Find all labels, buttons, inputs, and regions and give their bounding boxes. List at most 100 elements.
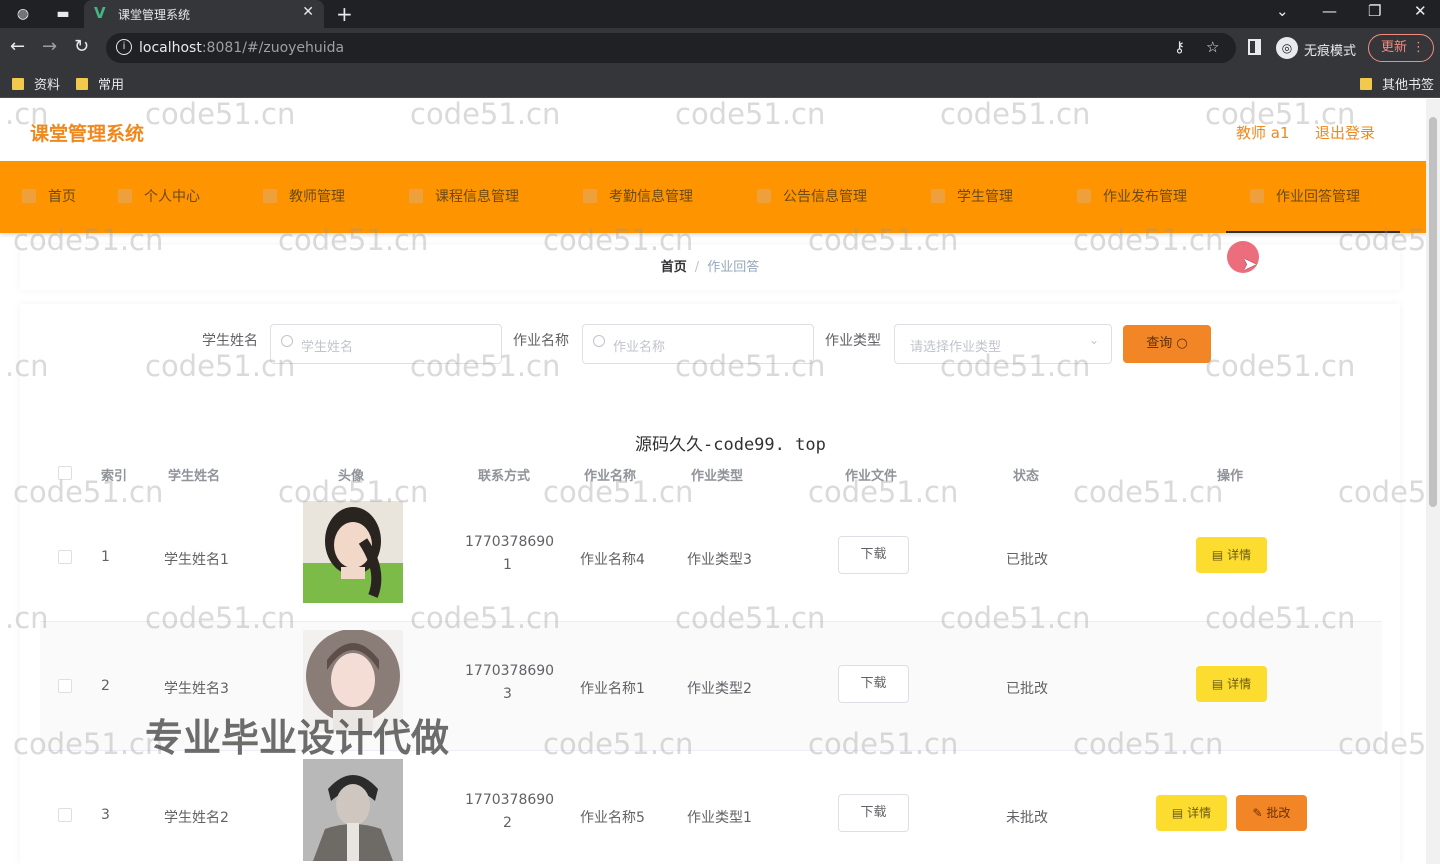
notice-icon [757, 189, 771, 203]
row-status: 已批改 [1006, 681, 1048, 697]
download-button[interactable]: 下载 [838, 536, 909, 574]
menu-item-profile[interactable]: 个人中心 [118, 161, 200, 233]
work-type-label: 作业类型 [825, 333, 881, 349]
site-info-icon[interactable]: i [116, 39, 132, 55]
query-button[interactable]: 查询 ○ [1123, 325, 1211, 363]
browser-tab-active[interactable]: V 课堂管理系统 ✕ [84, 0, 324, 28]
document-icon: ▤ [1211, 548, 1228, 562]
menu-item-courses[interactable]: 课程信息管理 [409, 161, 519, 233]
promo-overlay-text: 专业毕业设计代做 [145, 716, 450, 760]
source-watermark: 源码久久-code99. top [635, 435, 826, 455]
row-checkbox[interactable] [58, 808, 72, 822]
detail-button[interactable]: ▤ 详情 [1156, 795, 1227, 831]
menu-item-home[interactable]: 首页 [22, 161, 76, 233]
tab-list-chevron-icon[interactable]: ⌄ [1276, 2, 1289, 20]
incognito-icon[interactable]: ◎ [1276, 37, 1298, 59]
main-menu: 首页 个人中心 教师管理 课程信息管理 考勤信息管理 公告信息管理 学生管理 作… [0, 161, 1426, 233]
col-phone: 联系方式 [478, 469, 531, 484]
row-work-type: 作业类型1 [687, 810, 752, 826]
bookmark-folder-1[interactable]: 常用 [76, 74, 124, 93]
menu-item-assignments[interactable]: 作业发布管理 [1077, 161, 1187, 233]
col-status: 状态 [1013, 469, 1040, 484]
browser-toolbar: ← → ↻ i localhost:8081/#/zuoyehuida ⚷ ☆ … [0, 28, 1440, 68]
table-header: 索引 学生姓名 头像 联系方式 作业名称 作业类型 作业文件 状态 操作 [40, 453, 1382, 493]
address-bar[interactable]: i localhost:8081/#/zuoyehuida ⚷ ☆ [106, 33, 1236, 63]
logout-link[interactable]: 退出登录 [1315, 122, 1375, 143]
student-avatar [303, 501, 403, 603]
incognito-label: 无痕模式 [1304, 44, 1357, 59]
row-work-name: 作业名称1 [580, 681, 645, 697]
bookmark-star-icon[interactable]: ☆ [1206, 38, 1219, 56]
row-phone-cont: 3 [503, 686, 512, 702]
work-name-input[interactable]: 作业名称 [582, 324, 814, 364]
url-text[interactable]: localhost:8081/#/zuoyehuida [139, 40, 344, 56]
menu-item-notices[interactable]: 公告信息管理 [757, 161, 867, 233]
work-type-select[interactable]: 请选择作业类型 ⌄ [894, 324, 1112, 364]
row-phone: 1770378690 [465, 663, 555, 679]
col-avatar: 头像 [338, 469, 365, 484]
side-panel-icon[interactable] [1248, 39, 1261, 55]
search-icon [281, 335, 293, 347]
browser-globe-icon[interactable]: ◍ [14, 5, 32, 23]
row-phone-cont: 1 [503, 557, 512, 573]
bookmark-folder-0[interactable]: 资料 [12, 74, 60, 93]
app-page: 课堂管理系统 教师 a1 退出登录 首页 个人中心 教师管理 课程信息管理 考勤… [0, 99, 1440, 864]
breadcrumb-separator: / [694, 260, 700, 275]
close-window-icon[interactable]: ✕ [1414, 2, 1427, 20]
row-work-name: 作业名称4 [580, 552, 645, 568]
menu-item-attendance[interactable]: 考勤信息管理 [583, 161, 693, 233]
row-index: 2 [101, 678, 110, 694]
minimize-icon[interactable]: — [1322, 2, 1337, 20]
work-name-label: 作业名称 [513, 333, 569, 349]
other-bookmarks[interactable]: 其他书签 [1360, 74, 1434, 93]
select-all-checkbox[interactable] [58, 466, 72, 480]
col-work-type: 作业类型 [691, 469, 744, 484]
back-icon[interactable]: ← [10, 36, 25, 57]
browser-tab-strip: ◍ ▬ V 课堂管理系统 ✕ + ⌄ — ❐ ✕ [0, 0, 1440, 28]
search-icon: ○ [1176, 336, 1188, 351]
detail-button[interactable]: ▤ 详情 [1196, 666, 1267, 702]
attendance-icon [583, 189, 597, 203]
page-scrollbar[interactable] [1426, 99, 1440, 864]
row-phone: 1770378690 [465, 534, 555, 550]
col-work-file: 作业文件 [845, 469, 898, 484]
scrollbar-thumb[interactable] [1429, 117, 1437, 507]
update-button[interactable]: 更新 ⋮ [1368, 34, 1434, 62]
course-icon [409, 189, 423, 203]
student-icon [931, 189, 945, 203]
detail-button[interactable]: ▤ 详情 [1196, 537, 1267, 573]
review-button[interactable]: ✎ 批改 [1236, 795, 1307, 831]
more-menu-icon: ⋮ [1412, 40, 1425, 55]
app-header: 课堂管理系统 教师 a1 退出登录 [0, 99, 1426, 161]
mouse-cursor-icon: ➤ [1242, 254, 1258, 275]
search-icon [593, 335, 605, 347]
table-row: 3 学生姓名2 1770378690 2 作业名称5 作业类型1 下载 未批改 … [40, 751, 1382, 864]
row-phone-cont: 2 [503, 815, 512, 831]
tab-close-icon[interactable]: ✕ [302, 4, 314, 20]
menu-item-students[interactable]: 学生管理 [931, 161, 1013, 233]
breadcrumb: 首页 / 作业回答 [20, 245, 1400, 290]
row-checkbox[interactable] [58, 679, 72, 693]
row-phone: 1770378690 [465, 792, 555, 808]
avatar-image [303, 507, 403, 603]
download-button[interactable]: 下载 [838, 665, 909, 703]
row-work-type: 作业类型2 [687, 681, 752, 697]
key-icon[interactable]: ⚷ [1174, 38, 1185, 56]
row-index: 3 [101, 807, 110, 823]
row-status: 已批改 [1006, 552, 1048, 568]
home-icon [22, 189, 36, 203]
reload-icon[interactable]: ↻ [74, 36, 89, 57]
row-checkbox[interactable] [58, 550, 72, 564]
breadcrumb-home[interactable]: 首页 [661, 260, 687, 275]
teacher-icon [263, 189, 277, 203]
menu-item-teachers[interactable]: 教师管理 [263, 161, 345, 233]
student-avatar [303, 759, 403, 861]
forward-icon[interactable]: → [42, 36, 57, 57]
tab-search-icon[interactable]: ▬ [54, 5, 72, 23]
row-work-type: 作业类型3 [687, 552, 752, 568]
restore-icon[interactable]: ❐ [1368, 2, 1381, 20]
new-tab-icon[interactable]: + [336, 2, 353, 26]
download-button[interactable]: 下载 [838, 794, 909, 832]
menu-item-answers[interactable]: 作业回答管理 [1226, 161, 1400, 233]
student-name-input[interactable]: 学生姓名 [270, 324, 502, 364]
